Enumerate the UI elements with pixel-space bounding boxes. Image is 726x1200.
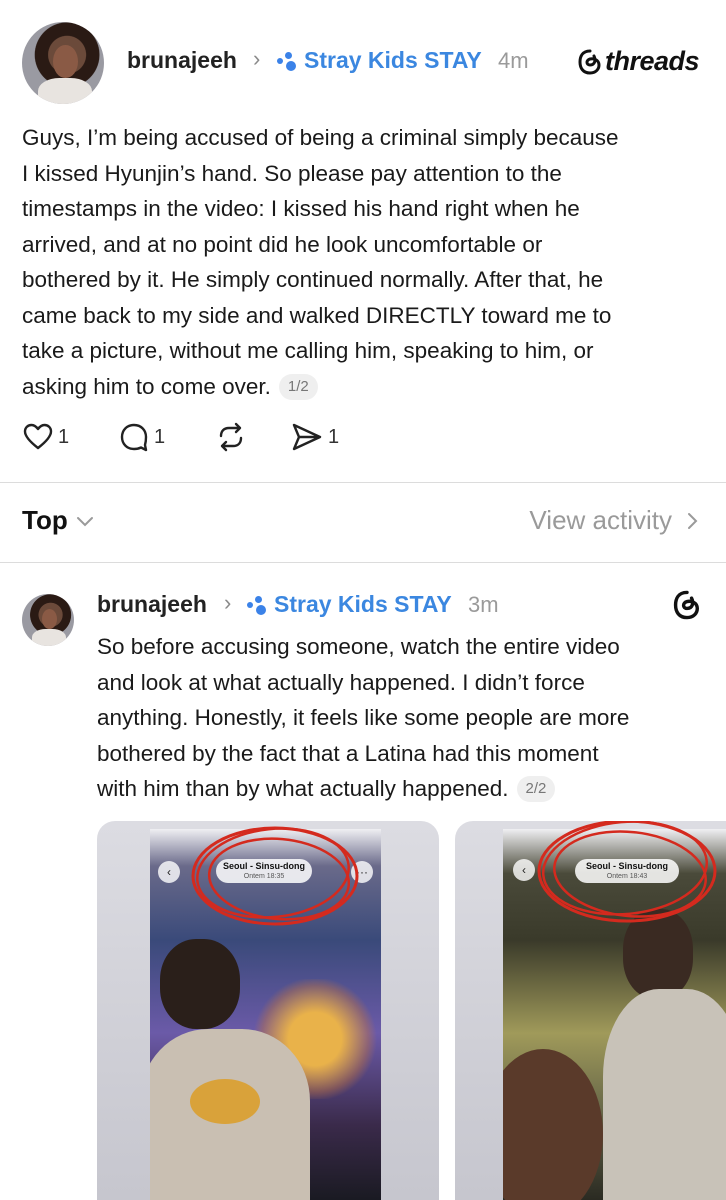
repost-button[interactable] <box>214 421 248 453</box>
post-line: So before accusing someone, watch the en… <box>97 634 620 659</box>
view-activity-label: View activity <box>529 505 672 535</box>
post-line: I kissed Hyunjin’s hand. So please pay a… <box>22 160 562 186</box>
share-count: 1 <box>328 425 340 448</box>
post-username[interactable]: brunajeeh <box>127 47 237 74</box>
threads-logo[interactable]: threads <box>577 46 700 77</box>
post-line: and look at what actually happened. I di… <box>97 669 585 695</box>
post-body: Guys, I’m being accused of being a crimi… <box>22 120 712 404</box>
post-line: take a picture, without me calling him, … <box>22 338 594 363</box>
divider <box>0 562 726 563</box>
media-image[interactable]: Seoul - Sinsu-dong Ontem 18:43 ‹ <box>455 821 726 1200</box>
like-count: 1 <box>58 425 70 448</box>
sort-label: Top <box>22 505 68 535</box>
avatar[interactable] <box>22 22 104 104</box>
post-line: with him than by what actually happened. <box>97 776 509 801</box>
comment-icon <box>120 423 148 452</box>
post-line: timestamps in the video: I kissed his ha… <box>22 196 580 221</box>
media-image[interactable]: Seoul - Sinsu-dong Ontem 18:35 ‹ ··· <box>97 821 439 1200</box>
reply-button[interactable]: 1 <box>118 421 165 453</box>
like-button[interactable]: 1 <box>22 421 69 453</box>
view-activity-link[interactable]: View activity <box>529 505 702 536</box>
community-icon <box>277 51 297 71</box>
threads-logo-icon <box>578 49 601 75</box>
post-line: bothered by the fact that a Latina had t… <box>97 740 599 766</box>
chevron-right-icon: › <box>224 590 232 615</box>
post-line: anything. Honestly, it feels like some p… <box>97 705 630 730</box>
page-badge: 2/2 <box>516 776 556 802</box>
post-timestamp: 4m <box>498 48 529 73</box>
thread-post-1: brunajeeh › Stray Kids STAY 4m threads G… <box>0 0 726 480</box>
brand-name: threads <box>605 46 700 76</box>
sort-dropdown[interactable]: Top <box>22 505 96 536</box>
share-icon <box>292 423 322 451</box>
red-circle-annotation <box>537 821 717 923</box>
post-line: came back to my side and walked DIRECTLY… <box>22 302 612 328</box>
threads-logo-icon <box>673 590 700 620</box>
post-username[interactable]: brunajeeh <box>97 591 207 618</box>
post-timestamp: 3m <box>468 592 499 617</box>
post-line: arrived, and at no point did he look unc… <box>22 231 543 257</box>
post-line: Guys, I’m being accused of being a crimi… <box>22 125 619 150</box>
community-icon <box>247 595 267 615</box>
community-link[interactable]: Stray Kids STAY <box>274 591 452 618</box>
post-line: bothered by it. He simply continued norm… <box>22 267 604 292</box>
divider <box>0 482 726 483</box>
community-link[interactable]: Stray Kids STAY <box>304 47 482 74</box>
post-line: asking him to come over. <box>22 373 271 399</box>
reply-count: 1 <box>154 425 166 448</box>
chevron-right-icon <box>688 512 698 529</box>
heart-icon <box>23 423 53 450</box>
threads-logo[interactable] <box>672 589 702 621</box>
chevron-down-icon <box>76 516 93 526</box>
repost-icon <box>219 422 243 452</box>
chevron-right-icon: › <box>253 46 261 71</box>
post-body: So before accusing someone, watch the en… <box>97 629 717 807</box>
page-badge: 1/2 <box>278 373 318 400</box>
share-button[interactable]: 1 <box>290 421 339 453</box>
red-circle-annotation <box>191 826 359 926</box>
avatar[interactable] <box>22 594 74 646</box>
